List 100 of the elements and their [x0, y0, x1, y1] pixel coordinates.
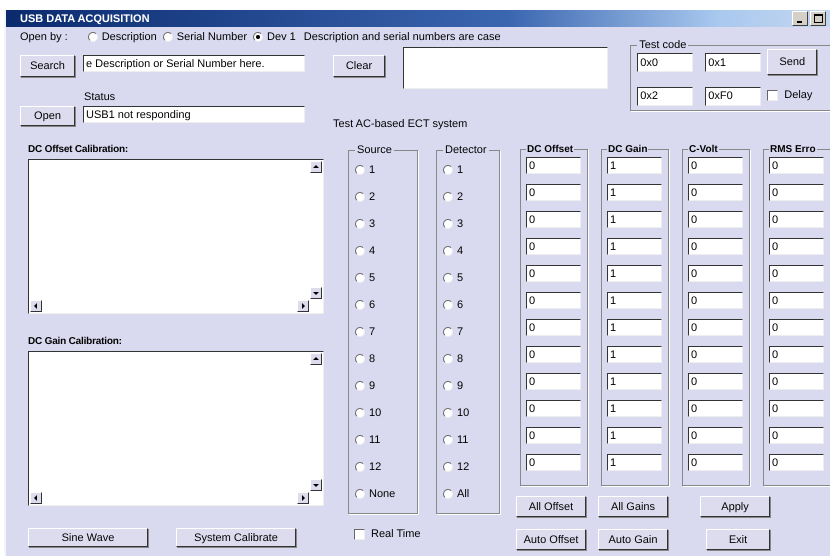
value-field[interactable]: 0 [526, 157, 581, 174]
code-field[interactable]: 0x0 [637, 53, 694, 72]
value-field[interactable]: 0 [688, 238, 743, 255]
code-field[interactable]: 0x2 [637, 86, 694, 106]
value-field[interactable]: 0 [769, 265, 824, 282]
scroll-down-icon[interactable] [310, 287, 322, 299]
value-field[interactable]: 0 [769, 346, 824, 363]
auto-offset-button[interactable]: Auto Offset [516, 529, 586, 550]
value-field[interactable]: 0 [526, 238, 581, 255]
scroll-down-icon[interactable] [310, 479, 322, 491]
sine-wave-button[interactable]: Sine Wave [28, 528, 148, 547]
radio-button[interactable] [443, 380, 453, 390]
value-field[interactable]: 0 [526, 211, 581, 228]
radio-button[interactable] [443, 326, 453, 336]
value-field[interactable]: 1 [607, 319, 662, 336]
scroll-right-icon[interactable] [297, 300, 309, 312]
value-field[interactable]: 0 [769, 211, 824, 228]
value-field[interactable]: 0 [688, 184, 743, 201]
checkbox[interactable] [767, 90, 778, 100]
value-field[interactable]: 0 [769, 373, 824, 390]
checkbox[interactable] [354, 528, 365, 540]
status-field[interactable]: USB1 not responding [83, 106, 305, 123]
radio-button[interactable] [355, 462, 365, 472]
value-field[interactable]: 0 [769, 238, 824, 255]
value-field[interactable]: 0 [769, 184, 824, 201]
value-field[interactable]: 1 [607, 400, 662, 417]
value-field[interactable]: 0 [769, 157, 824, 174]
value-field[interactable]: 0 [688, 346, 743, 363]
radio-button[interactable] [355, 488, 365, 498]
value-field[interactable]: 1 [607, 454, 662, 471]
radio-button[interactable] [443, 164, 453, 174]
auto-gain-button[interactable]: Auto Gain [598, 529, 668, 550]
radio-button[interactable] [443, 408, 453, 418]
scroll-right-icon[interactable] [297, 492, 309, 504]
value-field[interactable]: 0 [526, 400, 581, 417]
radio-button[interactable] [355, 164, 365, 174]
scroll-up-icon[interactable] [310, 353, 322, 365]
value-field[interactable]: 1 [607, 265, 662, 282]
value-field[interactable]: 0 [526, 265, 581, 282]
scroll-up-icon[interactable] [310, 161, 322, 173]
value-field[interactable]: 0 [688, 265, 743, 282]
radio-button[interactable] [253, 32, 264, 42]
radio-button[interactable] [443, 462, 453, 472]
value-field[interactable]: 0 [526, 454, 581, 471]
radio-button[interactable] [162, 32, 173, 42]
minimize-icon[interactable] [792, 11, 808, 26]
value-field[interactable]: 1 [607, 238, 662, 255]
value-field[interactable]: 0 [769, 292, 824, 309]
value-field[interactable]: 1 [607, 292, 662, 309]
output-field[interactable] [403, 47, 608, 89]
value-field[interactable]: 0 [688, 292, 743, 309]
all-offset-button[interactable]: All Offset [516, 496, 586, 517]
value-field[interactable]: 0 [526, 292, 581, 309]
value-field[interactable]: 0 [769, 319, 824, 336]
exit-button[interactable]: Exit [706, 529, 770, 550]
radio-button[interactable] [355, 380, 365, 390]
value-field[interactable]: 1 [607, 427, 662, 444]
value-field[interactable]: 0 [688, 211, 743, 228]
apply-button[interactable]: Apply [700, 496, 770, 517]
value-field[interactable]: 0 [526, 184, 581, 201]
open-button[interactable]: Open [20, 106, 75, 126]
radio-button[interactable] [88, 32, 98, 42]
radio-button[interactable] [355, 218, 365, 228]
code-field[interactable]: 0xF0 [705, 86, 762, 106]
all-gains-button[interactable]: All Gains [598, 496, 668, 517]
value-field[interactable]: 0 [769, 427, 824, 444]
radio-button[interactable] [443, 354, 453, 364]
scroll-left-icon[interactable] [30, 300, 42, 312]
radio-button[interactable] [443, 488, 453, 498]
radio-button[interactable] [355, 246, 365, 256]
value-field[interactable]: 0 [769, 454, 824, 471]
value-field[interactable]: 0 [688, 319, 743, 336]
radio-button[interactable] [355, 272, 365, 282]
value-field[interactable]: 0 [526, 373, 581, 390]
send-button[interactable]: Send [767, 49, 818, 75]
radio-button[interactable] [355, 300, 365, 310]
value-field[interactable]: 0 [688, 454, 743, 471]
value-field[interactable]: 0 [688, 373, 743, 390]
radio-button[interactable] [355, 434, 365, 444]
radio-button[interactable] [355, 326, 365, 336]
value-field[interactable]: 1 [607, 346, 662, 363]
radio-button[interactable] [355, 408, 365, 418]
value-field[interactable]: 0 [526, 319, 581, 336]
radio-button[interactable] [355, 192, 365, 202]
radio-button[interactable] [355, 354, 365, 364]
radio-button[interactable] [443, 192, 453, 202]
value-field[interactable]: 0 [688, 400, 743, 417]
value-field[interactable]: 1 [607, 184, 662, 201]
maximize-icon[interactable] [810, 11, 826, 26]
radio-button[interactable] [443, 300, 453, 310]
value-field[interactable]: 1 [607, 373, 662, 390]
value-field[interactable]: 1 [607, 157, 662, 174]
radio-button[interactable] [443, 434, 453, 444]
radio-button[interactable] [443, 272, 453, 282]
clear-button[interactable]: Clear [333, 55, 385, 77]
search-button[interactable]: Search [20, 55, 75, 77]
search-field[interactable]: e Description or Serial Number here. [83, 55, 305, 72]
scroll-left-icon[interactable] [30, 492, 42, 504]
value-field[interactable]: 0 [688, 427, 743, 444]
system-calibrate-button[interactable]: System Calibrate [176, 528, 296, 547]
